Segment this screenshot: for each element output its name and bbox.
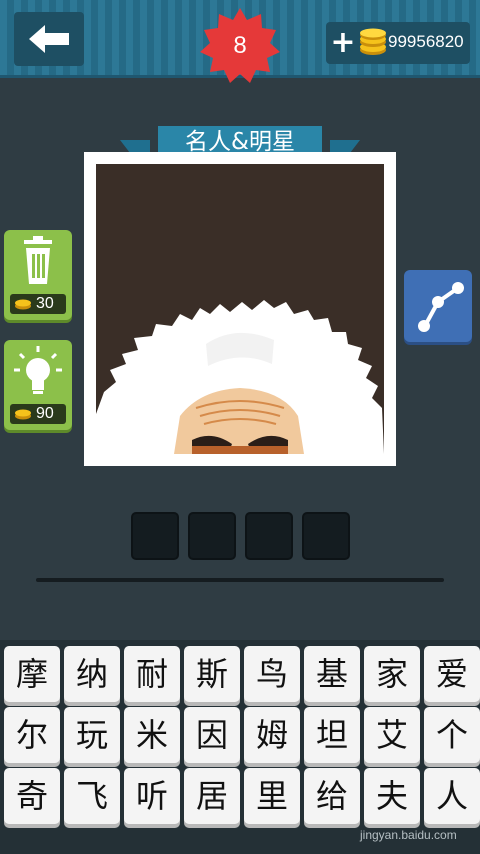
letter-key[interactable]: 个	[424, 707, 480, 763]
letter-key[interactable]: 鸟	[244, 646, 300, 702]
hint-price-value: 90	[36, 405, 54, 422]
share-button[interactable]	[404, 270, 472, 342]
letter-key[interactable]: 人	[424, 768, 480, 824]
hint-price: 90	[10, 404, 66, 424]
letter-key[interactable]: 姆	[244, 707, 300, 763]
letter-key[interactable]: 夫	[364, 768, 420, 824]
watermark: jingyan.baidu.com	[360, 828, 457, 842]
coin-icon	[15, 409, 31, 420]
letter-key[interactable]: 因	[184, 707, 240, 763]
letter-key[interactable]: 摩	[4, 646, 60, 702]
answer-slot[interactable]	[131, 512, 179, 560]
divider	[36, 578, 444, 582]
coin-stack-icon	[360, 28, 386, 55]
letter-key[interactable]: 基	[304, 646, 360, 702]
letter-key[interactable]: 玩	[64, 707, 120, 763]
letter-key[interactable]: 奇	[4, 768, 60, 824]
coins-display[interactable]: + 99956820	[326, 22, 470, 64]
trash-icon	[24, 236, 52, 284]
back-button[interactable]	[14, 12, 84, 66]
letter-key[interactable]: 居	[184, 768, 240, 824]
remove-price: 30	[10, 294, 66, 314]
lightbulb-icon	[14, 346, 62, 394]
level-number: 8	[233, 32, 247, 59]
letter-key[interactable]: 里	[244, 768, 300, 824]
letter-key[interactable]: 飞	[64, 768, 120, 824]
letter-key[interactable]: 尔	[4, 707, 60, 763]
hint-button[interactable]: 90	[4, 340, 72, 430]
letter-key[interactable]: 坦	[304, 707, 360, 763]
answer-slot[interactable]	[245, 512, 293, 560]
letter-key[interactable]: 听	[124, 768, 180, 824]
white-hair-illustration	[96, 300, 384, 454]
letter-key[interactable]: 给	[304, 768, 360, 824]
add-coins-icon[interactable]: +	[330, 26, 356, 60]
answer-slot[interactable]	[302, 512, 350, 560]
letter-key[interactable]: 米	[124, 707, 180, 763]
share-icon	[418, 282, 464, 332]
level-badge: 8	[200, 6, 280, 86]
letter-key[interactable]: 艾	[364, 707, 420, 763]
letter-key[interactable]: 纳	[64, 646, 120, 702]
letter-key[interactable]: 耐	[124, 646, 180, 702]
answer-slot[interactable]	[188, 512, 236, 560]
puzzle-image	[96, 164, 384, 454]
letter-key[interactable]: 爱	[424, 646, 480, 702]
letter-key[interactable]: 家	[364, 646, 420, 702]
remove-letters-button[interactable]: 30	[4, 230, 72, 320]
back-arrow-icon	[29, 25, 69, 53]
coin-icon	[15, 299, 31, 310]
remove-price-value: 30	[36, 295, 54, 312]
coins-count: 99956820	[388, 32, 464, 51]
letter-key[interactable]: 斯	[184, 646, 240, 702]
